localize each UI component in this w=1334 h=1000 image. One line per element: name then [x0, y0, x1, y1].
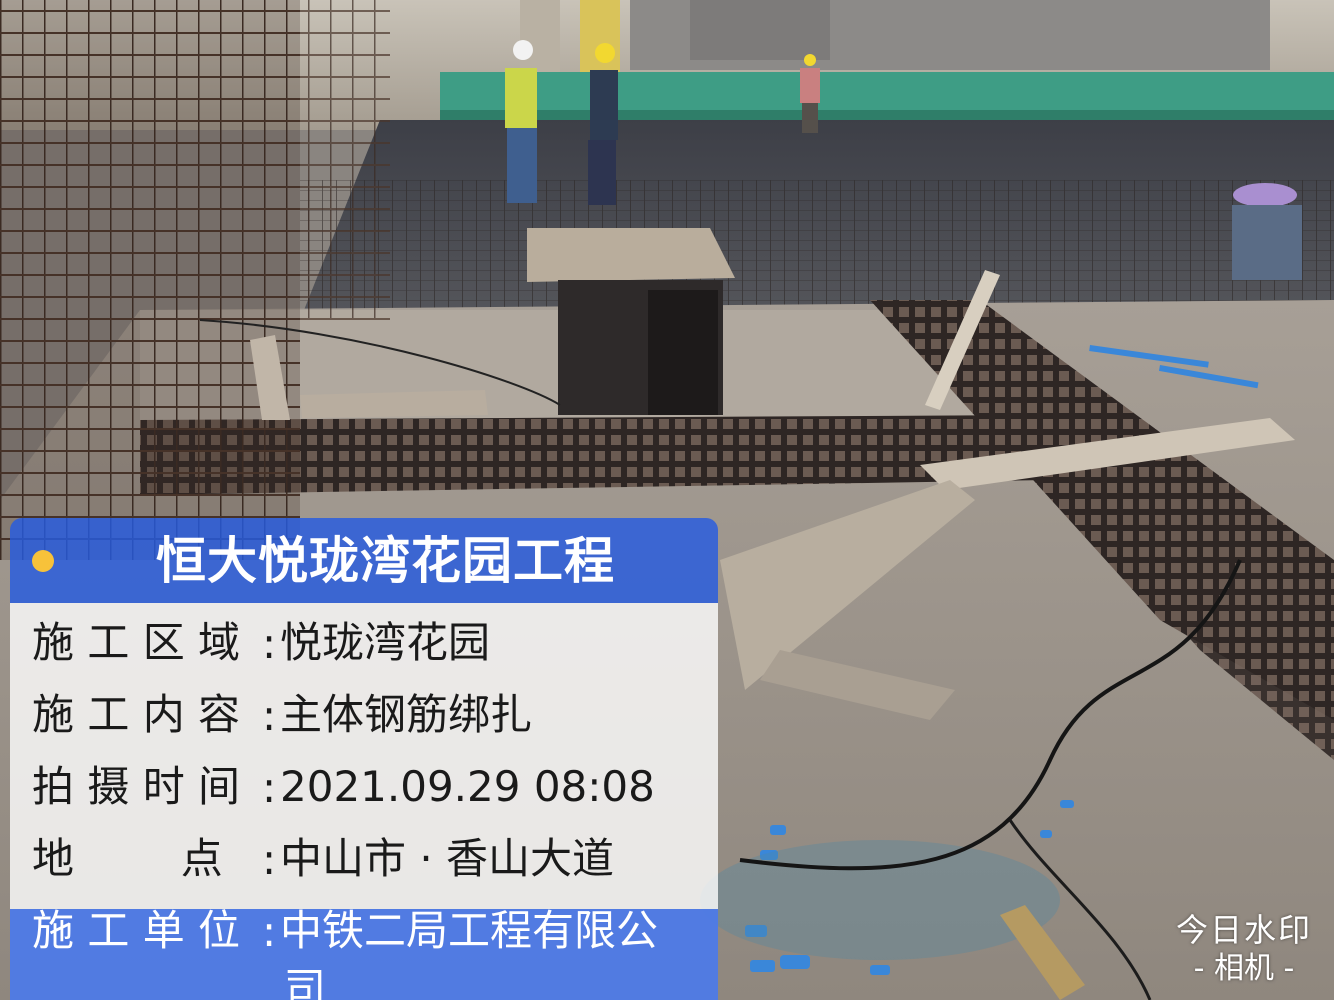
detail-colon: :	[262, 762, 277, 812]
detail-row-location: 地 点 : 中山市 · 香山大道	[32, 829, 614, 889]
photo-watermark-card: 恒大悦珑湾花园工程 施 工 区 域 : 悦珑湾花园 施 工 内 容 : 主体钢筋…	[10, 518, 718, 1000]
detail-colon: :	[262, 906, 277, 956]
detail-value: 中铁二局工程有限公	[280, 906, 659, 955]
watermark-details: 施 工 区 域 : 悦珑湾花园 施 工 内 容 : 主体钢筋绑扎 拍 摄 时 间…	[10, 603, 718, 1000]
detail-label: 施 工 内 容	[32, 690, 241, 739]
detail-value: 中山市 · 香山大道	[280, 834, 615, 883]
detail-value: 2021.09.29 08:08	[280, 762, 655, 811]
detail-label: 地 点	[32, 834, 223, 883]
detail-row-time: 拍 摄 时 间 : 2021.09.29 08:08	[32, 757, 655, 817]
detail-value-wrap: 司	[284, 964, 327, 1000]
detail-colon: :	[262, 834, 277, 884]
detail-colon: :	[262, 618, 277, 668]
detail-row-contractor: 施 工 单 位 : 中铁二局工程有限公	[32, 901, 658, 961]
logo-line-1: 今日水印	[1175, 911, 1312, 949]
detail-row-content: 施 工 内 容 : 主体钢筋绑扎	[32, 685, 532, 745]
detail-row-area: 施 工 区 域 : 悦珑湾花园	[32, 613, 490, 673]
detail-label: 施 工 单 位	[32, 906, 241, 955]
project-title: 恒大悦珑湾花园工程	[156, 532, 615, 590]
detail-label: 拍 摄 时 间	[32, 762, 241, 811]
bullet-dot-icon	[32, 550, 54, 572]
detail-colon: :	[262, 690, 277, 740]
detail-label: 施 工 区 域	[32, 618, 241, 667]
app-logo: 今日水印 - 相机 -	[1176, 910, 1312, 988]
detail-value: 主体钢筋绑扎	[280, 690, 533, 739]
detail-value: 悦珑湾花园	[280, 618, 491, 667]
logo-line-2: - 相机 -	[1193, 951, 1295, 986]
watermark-header: 恒大悦珑湾花园工程	[10, 518, 718, 603]
